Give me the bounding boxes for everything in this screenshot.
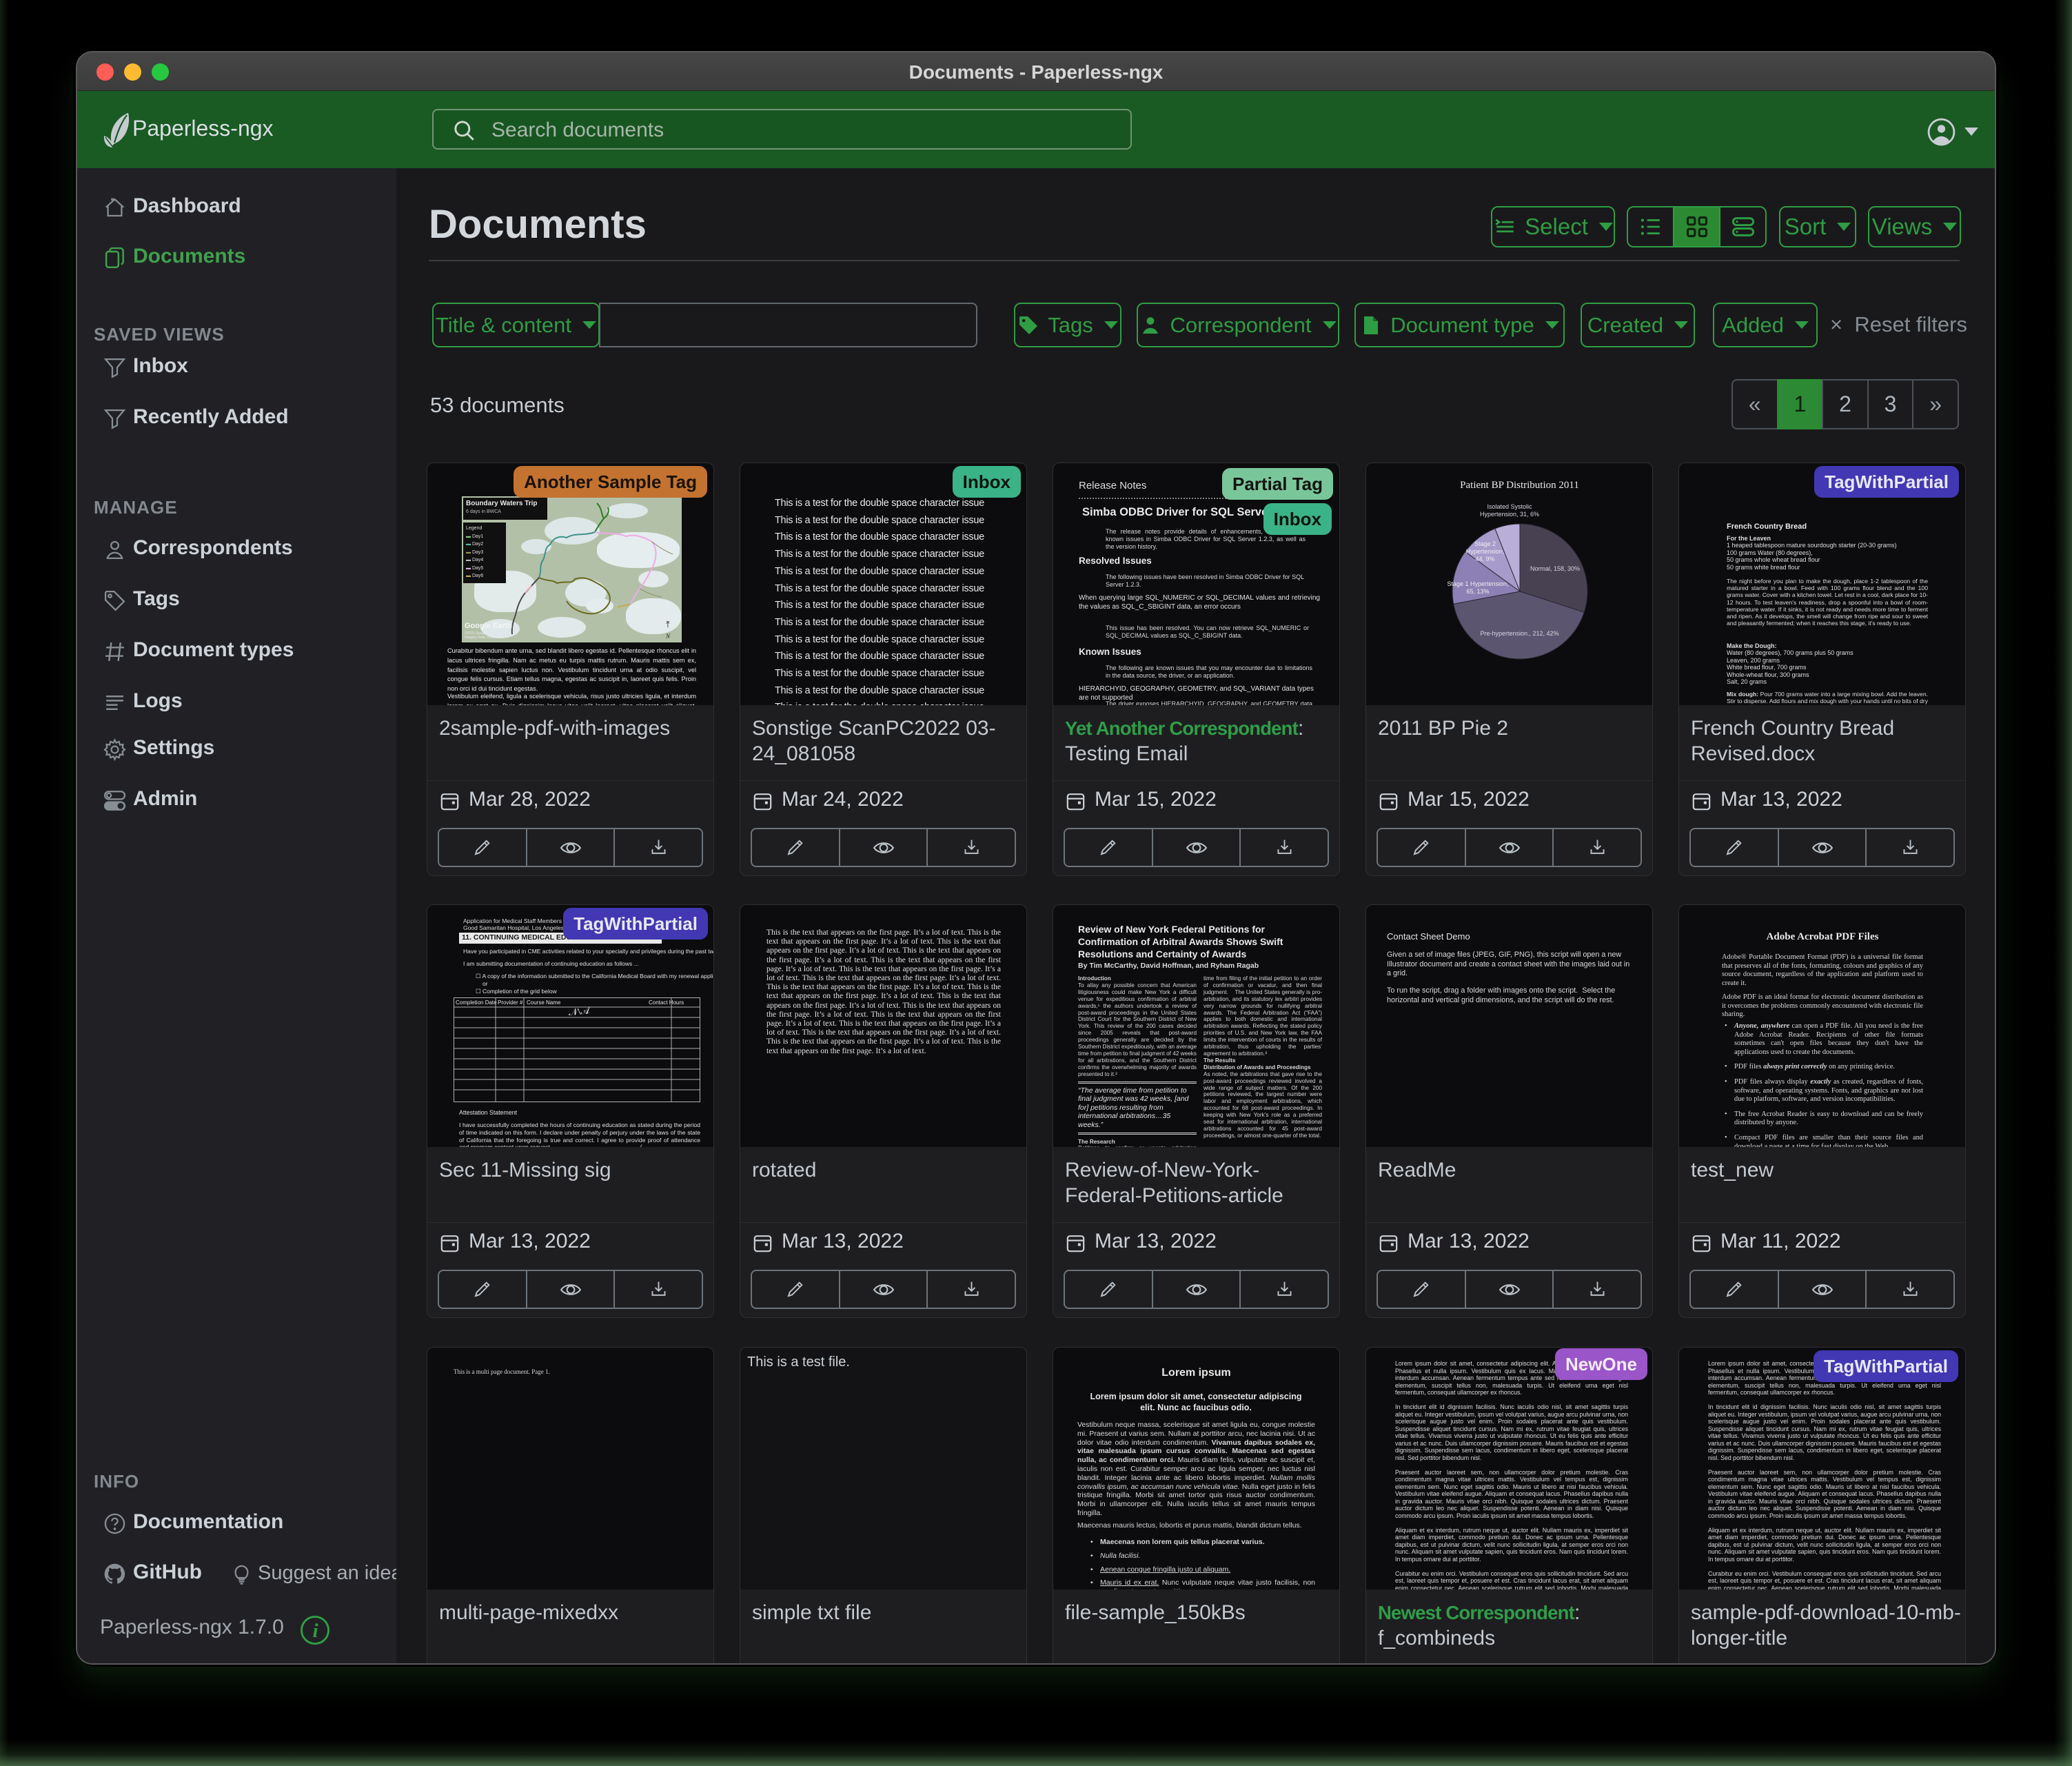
svg-text:i: i [313, 1620, 318, 1642]
